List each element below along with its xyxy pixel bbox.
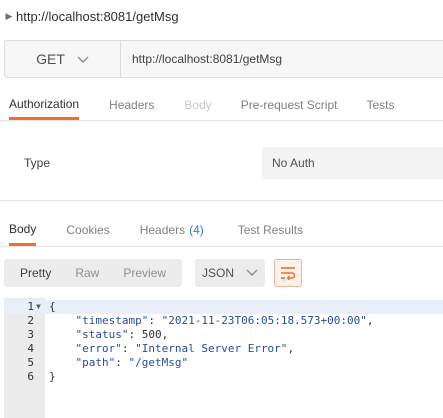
tab-label: Headers bbox=[139, 223, 186, 237]
code-line: 4 "error": "Internal Server Error", bbox=[4, 342, 443, 356]
chevron-down-icon bbox=[246, 266, 258, 280]
raw-button[interactable]: Raw bbox=[63, 259, 111, 287]
line-number: 4 bbox=[27, 342, 34, 355]
json-key: "status" bbox=[75, 328, 129, 341]
tab-label: Body bbox=[184, 98, 212, 112]
line-number: 2 bbox=[27, 314, 34, 327]
url-input[interactable]: http://localhost:8081/getMsg bbox=[121, 41, 443, 77]
tab-test-results[interactable]: Test Results bbox=[238, 214, 303, 246]
code-text: "path": "/getMsg" bbox=[75, 356, 189, 369]
tab-label: Test Results bbox=[237, 223, 304, 237]
tab-body[interactable]: Body bbox=[184, 90, 211, 120]
tab-response-body[interactable]: Body bbox=[9, 214, 37, 246]
code-text: { bbox=[49, 300, 56, 313]
json-punct: , bbox=[366, 314, 374, 327]
json-punct: , bbox=[287, 342, 295, 355]
json-value: "2021-11-23T06:05:18.573+00:00" bbox=[161, 314, 367, 327]
request-tabs: Authorization Headers Body Pre-request S… bbox=[0, 90, 443, 120]
divider bbox=[0, 200, 443, 201]
code-text: "timestamp": "2021-11-23T06:05:18.573+00… bbox=[75, 314, 374, 327]
tab-label: Body bbox=[9, 221, 37, 236]
tab-label: Pre-request Script bbox=[240, 98, 338, 112]
preview-button[interactable]: Preview bbox=[111, 259, 182, 287]
auth-type-select[interactable]: No Auth bbox=[262, 147, 443, 179]
format-select[interactable]: JSON bbox=[195, 259, 266, 287]
json-value: "/getMsg" bbox=[128, 356, 189, 369]
response-body-editor[interactable]: 1 ▼ { 2 "timestamp": "2021-11-23T06:05:1… bbox=[4, 298, 443, 418]
json-value: 500 bbox=[141, 328, 162, 341]
view-mode-group: Pretty Raw Preview bbox=[4, 259, 183, 287]
fold-arrow-icon[interactable]: ▼ bbox=[36, 300, 41, 314]
code-line: 3 "status": 500, bbox=[4, 328, 443, 342]
wrap-lines-button[interactable] bbox=[274, 259, 303, 287]
tab-headers[interactable]: Headers bbox=[109, 90, 154, 120]
caret-right-icon[interactable]: ▶ bbox=[2, 11, 16, 22]
code-line: 1 ▼ { bbox=[4, 300, 443, 314]
json-key: "error" bbox=[75, 342, 122, 355]
auth-type-label: Type bbox=[24, 156, 51, 170]
response-tabs: Body Cookies Headers (4) Test Results bbox=[0, 214, 443, 246]
code-text: "status": 500, bbox=[75, 328, 169, 341]
tab-response-headers[interactable]: Headers (4) bbox=[140, 214, 204, 246]
auth-type-row: Type No Auth bbox=[0, 147, 443, 179]
divider bbox=[0, 246, 443, 247]
tab-pre-request-script[interactable]: Pre-request Script bbox=[241, 90, 338, 120]
code-line: 6 } bbox=[4, 370, 443, 384]
request-title-row[interactable]: ▶ http://localhost:8081/getMsg bbox=[0, 0, 443, 32]
tab-label: Cookies bbox=[66, 223, 110, 237]
tab-cookies[interactable]: Cookies bbox=[66, 214, 109, 246]
json-punct: , bbox=[161, 328, 169, 341]
json-key: "timestamp" bbox=[75, 314, 149, 327]
tab-authorization[interactable]: Authorization bbox=[9, 90, 80, 120]
line-number: 5 bbox=[27, 356, 34, 369]
chevron-down-icon bbox=[77, 52, 89, 67]
method-label: GET bbox=[36, 51, 65, 67]
method-select[interactable]: GET bbox=[5, 41, 121, 77]
json-key: "path" bbox=[75, 356, 116, 369]
tab-label: Headers bbox=[109, 98, 155, 112]
wrap-lines-icon bbox=[281, 267, 296, 280]
divider bbox=[0, 120, 443, 121]
code-line: 5 "path": "/getMsg" bbox=[4, 356, 443, 370]
code-line: 2 "timestamp": "2021-11-23T06:05:18.573+… bbox=[4, 314, 443, 328]
line-number: 1 bbox=[27, 300, 34, 313]
headers-count-badge: (4) bbox=[189, 223, 204, 237]
code-text: "error": "Internal Server Error", bbox=[75, 342, 295, 355]
pretty-button[interactable]: Pretty bbox=[4, 259, 63, 287]
request-title: http://localhost:8081/getMsg bbox=[16, 8, 179, 24]
line-number: 6 bbox=[27, 370, 34, 383]
response-toolbar: Pretty Raw Preview JSON bbox=[4, 259, 303, 287]
tab-tests[interactable]: Tests bbox=[366, 90, 394, 120]
line-number: 3 bbox=[27, 328, 34, 341]
request-bar: GET http://localhost:8081/getMsg bbox=[4, 40, 443, 78]
tab-label: Tests bbox=[366, 98, 395, 112]
code-text: } bbox=[49, 370, 56, 383]
format-label: JSON bbox=[202, 266, 235, 280]
tab-label: Authorization bbox=[9, 96, 80, 111]
json-value: "Internal Server Error" bbox=[135, 342, 288, 355]
